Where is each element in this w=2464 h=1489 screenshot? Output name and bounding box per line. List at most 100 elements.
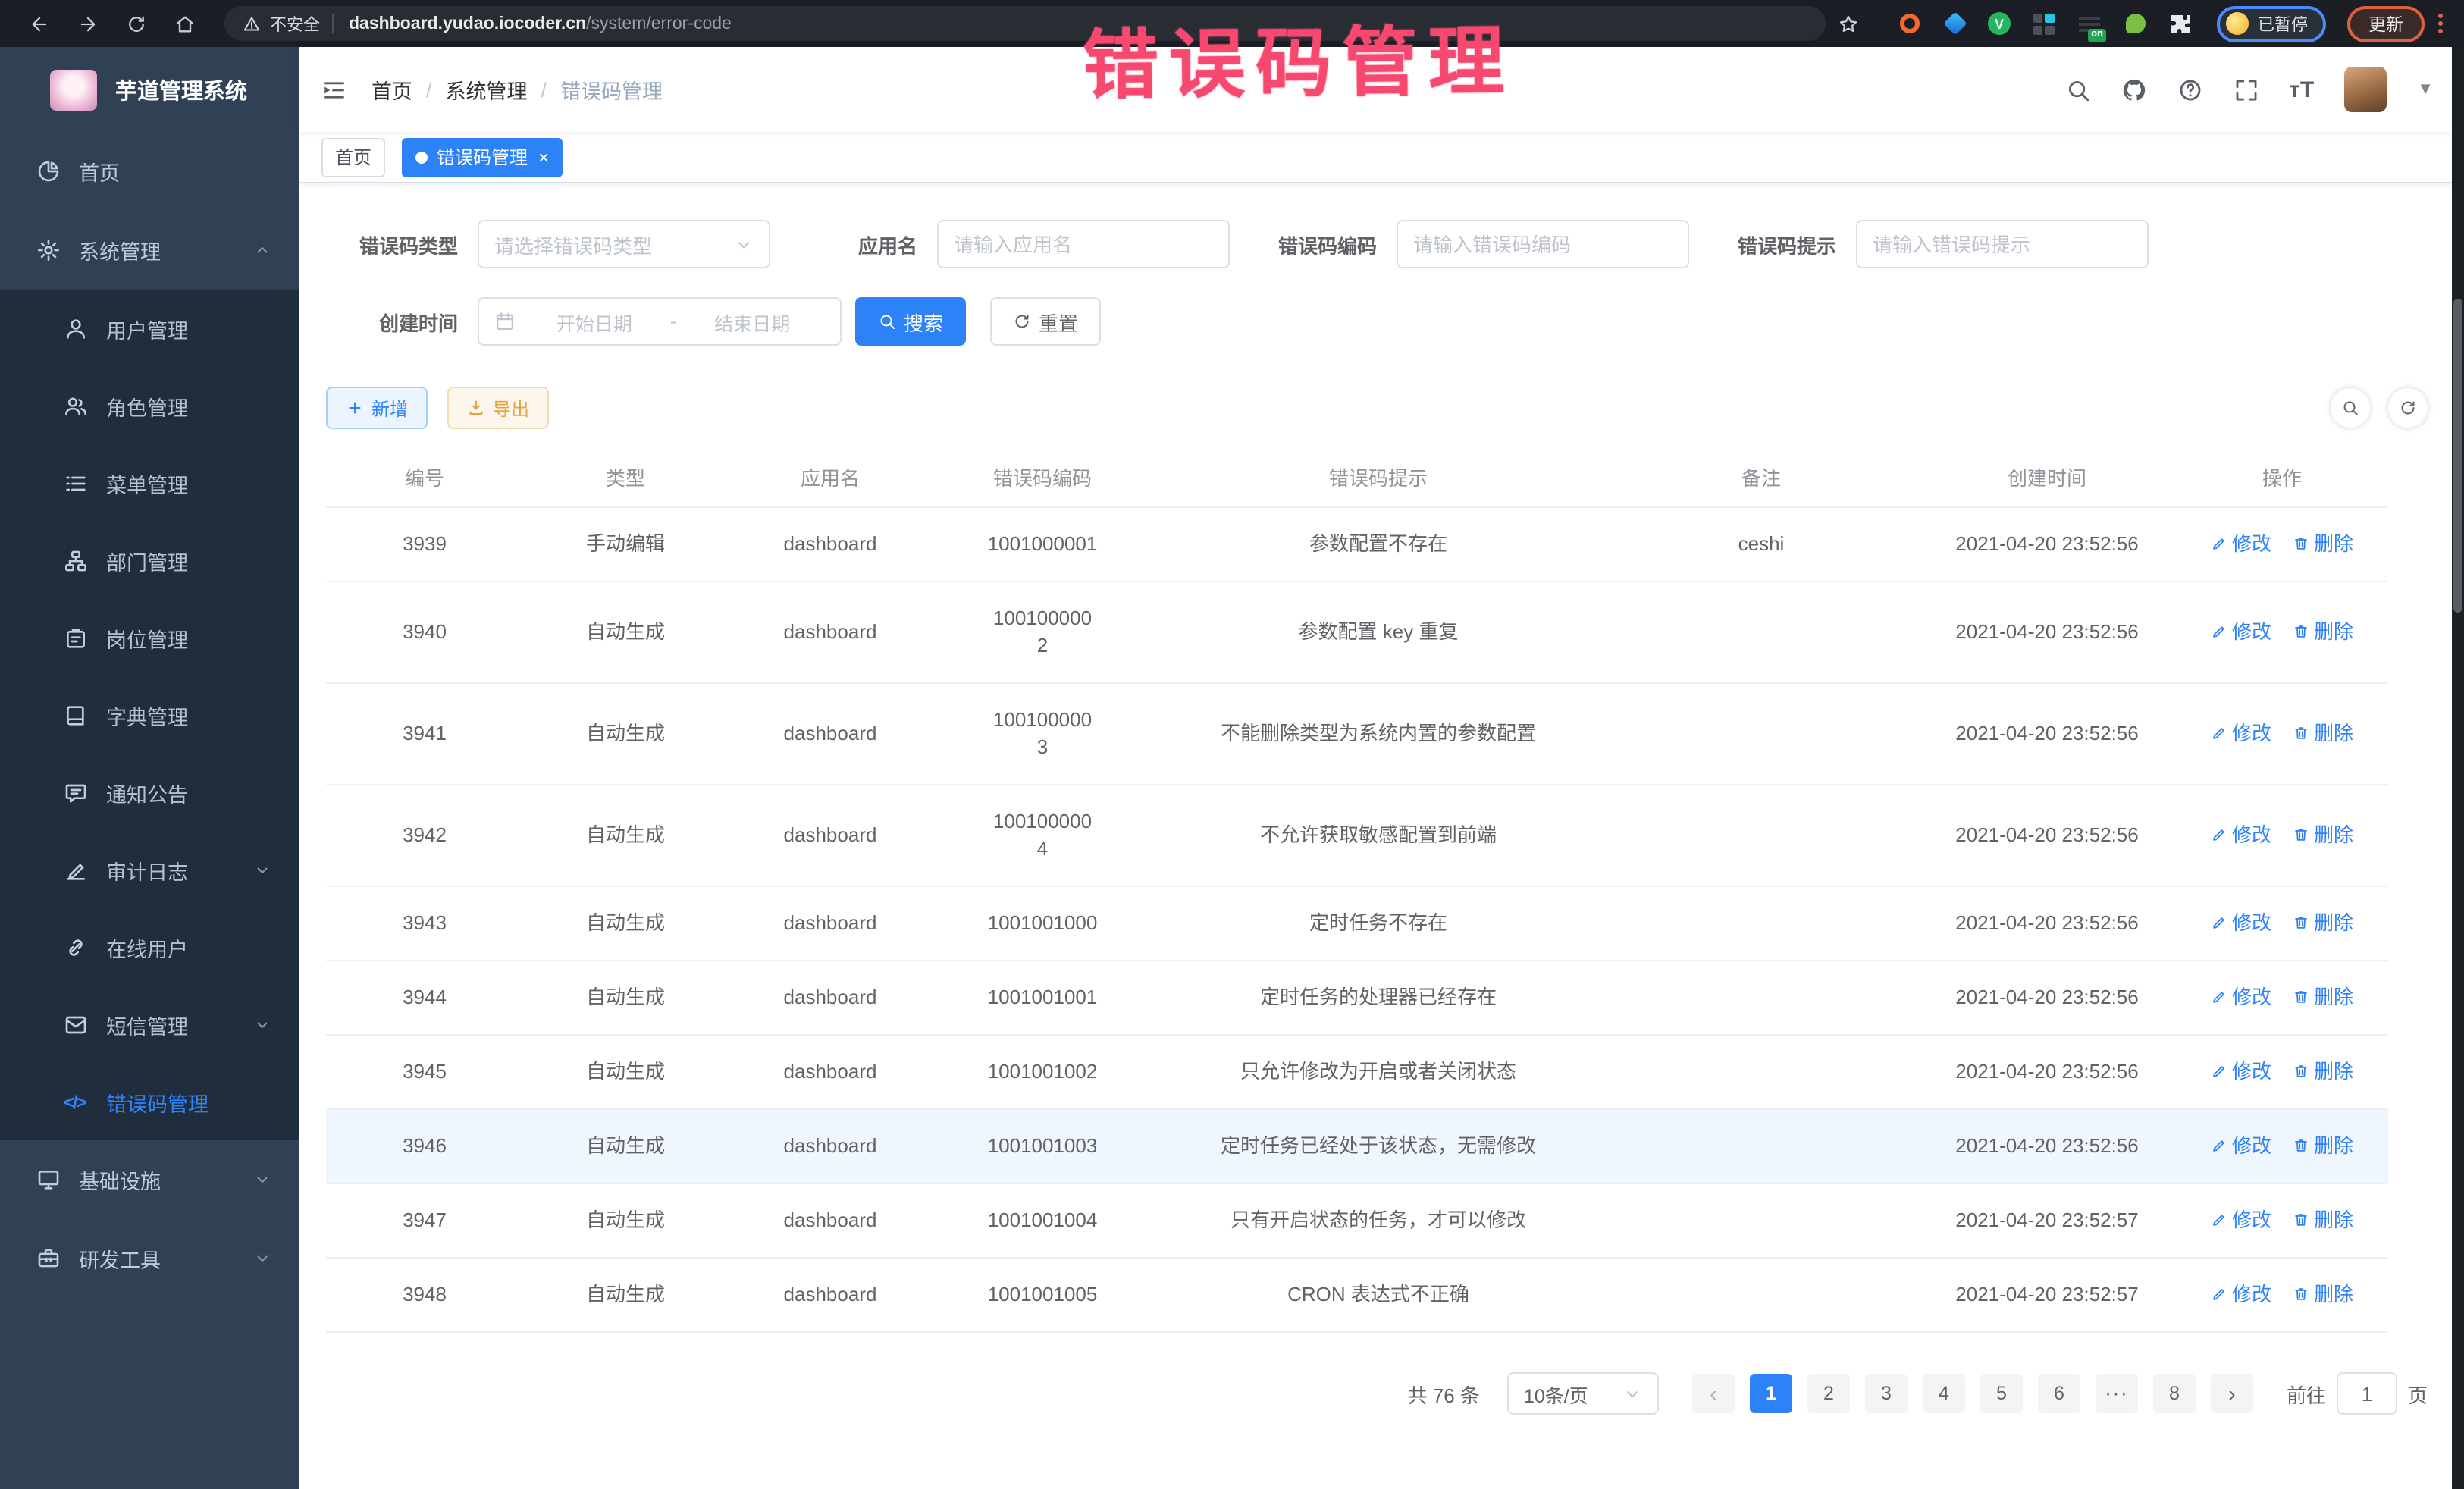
page-button-6[interactable]: 6 [2038,1374,2080,1413]
extension-green-key-icon[interactable] [2123,11,2147,36]
error-type-select[interactable]: 请选择错误码类型 [478,220,770,268]
extension-on-badge-icon[interactable]: on [2077,11,2102,36]
edit-link[interactable]: 修改 [2211,1208,2271,1231]
prev-page-button[interactable]: ‹ [1692,1374,1735,1413]
edit-link[interactable]: 修改 [2211,620,2271,643]
edit-link[interactable]: 修改 [2211,986,2271,1008]
delete-link[interactable]: 删除 [2293,1208,2353,1231]
export-button[interactable]: 导出 [447,387,549,429]
trash-icon [2293,624,2309,641]
delete-link[interactable]: 删除 [2293,911,2353,934]
sidebar-item-error-code[interactable]: </>错误码管理 [0,1063,299,1140]
sidebar-item-menu[interactable]: 菜单管理 [0,444,299,522]
tab-close-icon[interactable]: × [538,148,549,166]
pencil-icon [2211,989,2227,1006]
row-id: 3946 [326,1109,523,1183]
extension-green-check-icon[interactable]: V [1988,12,2011,35]
toggle-search-button[interactable] [2331,388,2370,428]
sidebar-item-sms[interactable]: 短信管理 [0,986,299,1063]
sidebar-item-post[interactable]: 岗位管理 [0,599,299,676]
fullscreen-icon[interactable] [2233,77,2259,102]
edit-link[interactable]: 修改 [2211,722,2271,744]
browser-update-button[interactable]: 更新 [2347,5,2425,42]
header-search-icon[interactable] [2064,77,2090,102]
sidebar-item-dept[interactable]: 部门管理 [0,522,299,599]
home-icon[interactable] [174,13,196,34]
goto-page-input[interactable] [2337,1372,2397,1415]
sidebar-item-online-user[interactable]: 在线用户 [0,908,299,986]
delete-link[interactable]: 删除 [2293,620,2353,643]
page-button-8[interactable]: 8 [2153,1374,2196,1413]
page-size-select[interactable]: 10条/页 [1507,1372,1659,1415]
page-ellipsis[interactable]: ··· [2096,1374,2138,1413]
help-icon[interactable] [2177,77,2202,102]
delete-link[interactable]: 删除 [2293,722,2353,744]
tab-home[interactable]: 首页 [321,137,385,177]
row-app: dashboard [728,886,933,961]
breadcrumb-system[interactable]: 系统管理 [446,74,528,105]
bookmark-star-icon[interactable] [1838,13,1859,34]
table-row: 3946自动生成dashboard1001001003定时任务已经处于该状态，无… [326,1109,2388,1183]
extension-orange-ring-icon[interactable] [1897,11,1921,36]
next-page-button[interactable]: › [2211,1374,2253,1413]
sidebar-item-label: 错误码管理 [106,1086,208,1117]
scrollbar-thumb[interactable] [2453,299,2462,613]
reload-icon[interactable] [126,13,147,34]
delete-link[interactable]: 删除 [2293,986,2353,1008]
edit-link[interactable]: 修改 [2211,532,2271,555]
sidebar-item-home[interactable]: 首页 [0,132,299,211]
row-app: dashboard [728,961,933,1035]
page-button-2[interactable]: 2 [1807,1374,1850,1413]
edit-link[interactable]: 修改 [2211,823,2271,846]
badge-icon [64,625,88,650]
breadcrumb-home[interactable]: 首页 [371,74,412,105]
error-code-input[interactable] [1397,220,1689,268]
github-icon[interactable] [2121,77,2146,102]
font-size-icon[interactable]: ᴛT [2289,77,2314,102]
row-actions: 修改删除 [2176,886,2388,961]
refresh-table-button[interactable] [2388,388,2428,428]
reset-button[interactable]: 重置 [990,297,1101,346]
page-scrollbar[interactable] [2452,47,2464,1489]
page-button-3[interactable]: 3 [1865,1374,1908,1413]
sidebar-item-system[interactable]: 系统管理 [0,211,299,290]
page-button-4[interactable]: 4 [1923,1374,1965,1413]
date-separator: - [670,311,676,332]
sidebar-item-role[interactable]: 角色管理 [0,367,299,444]
back-icon[interactable] [29,13,50,34]
page-button-1[interactable]: 1 [1750,1374,1792,1413]
edit-link[interactable]: 修改 [2211,911,2271,934]
page-button-5[interactable]: 5 [1980,1374,2023,1413]
sidebar-item-dict[interactable]: 字典管理 [0,676,299,754]
extension-blue-gem-icon[interactable] [1942,11,1967,36]
forward-icon[interactable] [77,13,99,34]
sidebar-item-notice[interactable]: 通知公告 [0,754,299,831]
delete-link[interactable]: 删除 [2293,1283,2353,1306]
delete-link[interactable]: 删除 [2293,823,2353,846]
error-msg-input[interactable] [1856,220,2149,268]
search-button[interactable]: 搜索 [855,297,966,346]
avatar-caret-down-icon[interactable]: ▼ [2417,80,2434,99]
app-name-input[interactable] [937,220,1230,268]
delete-link[interactable]: 删除 [2293,532,2353,555]
address-bar[interactable]: 不安全 dashboard.yudao.iocoder.cn/system/er… [224,6,1826,41]
edit-link[interactable]: 修改 [2211,1134,2271,1157]
edit-link[interactable]: 修改 [2211,1060,2271,1083]
date-range-picker[interactable]: 开始日期 - 结束日期 [478,297,842,346]
browser-menu-icon[interactable] [2438,14,2443,33]
url-path: /system/error-code [586,14,732,33]
add-button[interactable]: 新增 [326,387,428,429]
tab-error-code[interactable]: 错误码管理× [402,137,563,177]
sidebar-item-infra[interactable]: 基础设施 [0,1140,299,1219]
sidebar-item-audit-log[interactable]: 审计日志 [0,831,299,908]
edit-link[interactable]: 修改 [2211,1283,2271,1306]
delete-link[interactable]: 删除 [2293,1060,2353,1083]
browser-profile-chip[interactable]: 已暂停 [2217,5,2326,42]
sidebar-item-dev-tools[interactable]: 研发工具 [0,1219,299,1298]
extensions-puzzle-icon[interactable] [2168,11,2193,36]
extension-squares-icon[interactable] [2032,11,2056,36]
sidebar-item-user[interactable]: 用户管理 [0,290,299,367]
delete-link[interactable]: 删除 [2293,1134,2353,1157]
user-avatar[interactable] [2344,67,2387,112]
hamburger-icon[interactable] [321,77,347,102]
